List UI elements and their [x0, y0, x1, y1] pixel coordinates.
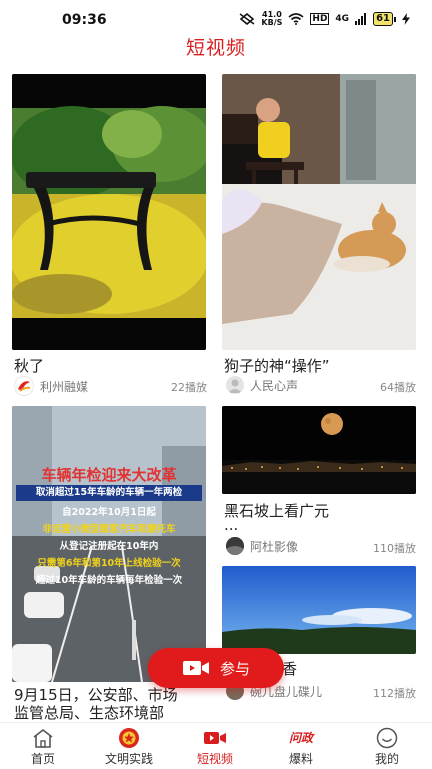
video-camera-icon: [204, 732, 226, 744]
video-title[interactable]: 黑石坡上看广元: [224, 500, 329, 521]
video-thumbnail-moon[interactable]: [222, 406, 416, 494]
bottom-tab-bar: 首页 文明实践 短视频 问政 爆料 我的: [0, 722, 432, 769]
signal-label: 4G: [335, 14, 350, 24]
video-source[interactable]: 阿杜影像: [226, 537, 298, 555]
tab-profile[interactable]: 我的: [344, 723, 430, 769]
video-title-ellipsis: ...: [224, 516, 239, 534]
home-icon: [33, 728, 53, 748]
page-title: 短视频: [185, 37, 246, 59]
tab-label: 短视频: [196, 752, 233, 766]
video-camera-icon: [182, 661, 209, 675]
banner-line: 只需第6年和第10年上线检验一次: [37, 558, 181, 569]
tab-label: 文明实践: [104, 752, 153, 766]
video-title[interactable]: 狗子的神“操作”: [224, 355, 330, 376]
banner-subtitle: 取消超过15年车龄的车辆一年两检: [16, 485, 202, 501]
video-play-count: 110播放: [373, 542, 416, 555]
video-source[interactable]: 利州融媒: [14, 376, 88, 396]
tab-home[interactable]: 首页: [0, 723, 86, 769]
video-thumbnail-bench[interactable]: [12, 74, 206, 350]
wifi-icon: [288, 13, 304, 25]
status-time: 09:36: [62, 12, 107, 28]
banner-line: 非运营小微型载客汽车和摩托车: [42, 524, 176, 535]
banner-line: 从登记注册起在10年内: [59, 541, 159, 552]
status-bar: 09:36 41.0 KB/S HD 4G 61: [0, 0, 432, 36]
participate-button[interactable]: 参与: [148, 648, 284, 688]
tab-label: 首页: [30, 752, 55, 766]
video-source[interactable]: 人民心声: [226, 376, 298, 394]
video-play-count: 64播放: [380, 381, 416, 394]
charging-icon: [402, 13, 410, 25]
signal-icon: [355, 13, 367, 25]
banner-line: 自2022年10月1日起: [62, 507, 156, 518]
tab-short-video[interactable]: 短视频: [172, 723, 258, 769]
banner-line: 超过10年车龄的车辆每年检验一次: [35, 575, 183, 586]
tab-label: 爆料: [288, 752, 313, 766]
banner-title: 车辆年检迎来大改革: [41, 466, 177, 484]
source-avatar: [226, 376, 244, 394]
source-avatar: [14, 376, 34, 396]
hd-badge: HD: [310, 13, 330, 25]
tab-label: 我的: [374, 752, 399, 766]
civilization-emblem-icon: [119, 728, 139, 748]
video-title[interactable]: 秋了: [14, 355, 44, 376]
video-title[interactable]: 9月15日，公安部、市场 监管总局、生态环境部: [14, 686, 178, 722]
tab-civilization[interactable]: 文明实践: [86, 723, 172, 769]
profile-smiley-icon: [376, 727, 398, 749]
source-avatar: [226, 537, 244, 555]
video-play-count: 112播放: [373, 687, 416, 700]
video-play-count: 22播放: [171, 381, 207, 394]
video-thumbnail-inspection[interactable]: 车辆年检迎来大改革 取消超过15年车龄的车辆一年两检 自2022年10月1日起 …: [12, 406, 206, 682]
video-thumbnail-dog[interactable]: [222, 74, 416, 350]
tab-report[interactable]: 问政 爆料: [258, 723, 344, 769]
report-icon: 问政: [289, 731, 314, 745]
participate-label: 参与: [219, 659, 250, 678]
net-speed: 41.0 KB/S: [261, 10, 283, 27]
video-title[interactable]: 香: [282, 658, 297, 679]
battery-icon: 61: [373, 12, 396, 26]
video-thumbnail-sky[interactable]: [222, 566, 416, 654]
nfc-icon: [240, 13, 255, 25]
status-icons: 41.0 KB/S HD 4G 61: [239, 11, 410, 27]
